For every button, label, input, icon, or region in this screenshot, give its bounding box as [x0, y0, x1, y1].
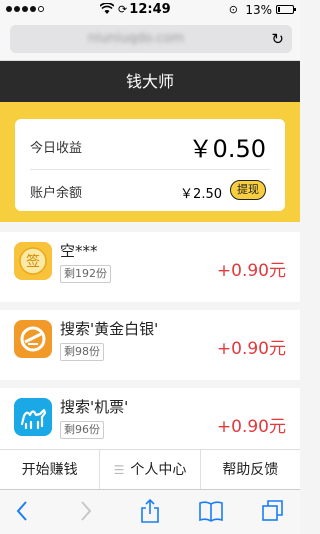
task-remaining: 剩192份 [60, 265, 111, 283]
task-name: 空*** [60, 242, 98, 260]
rotation-lock-icon: ⊙ [228, 3, 238, 16]
share-icon[interactable] [137, 498, 163, 524]
earnings-card: 今日收益 ￥0.50 账户余额 ￥2.50 提现 [15, 119, 285, 211]
balance-row: 账户余额 ￥2.50 提现 [30, 170, 270, 211]
menu-icon: ☰ [113, 463, 125, 477]
task-name: 搜索'黄金白银' [60, 320, 159, 338]
bookmarks-icon[interactable] [198, 498, 224, 524]
address-field[interactable]: niuniuqdo.com ↻ [10, 25, 292, 53]
today-earnings-row: 今日收益 ￥0.50 [30, 119, 270, 170]
tab-help-feedback[interactable]: 帮助反馈 [201, 450, 300, 490]
task-reward: +0.90元 [216, 417, 286, 437]
bottom-tab-bar: 开始赚钱 ☰ 个人中心 帮助反馈 [0, 449, 300, 490]
list-item[interactable]: 搜索'黄金白银' 剩98份 +0.90元 [0, 310, 300, 380]
tab-label: 帮助反馈 [222, 462, 279, 478]
task-name: 搜索'机票' [60, 398, 129, 416]
tabs-icon[interactable] [260, 498, 286, 524]
reload-icon[interactable]: ↻ [271, 30, 284, 48]
balance-value: ￥2.50 [180, 187, 222, 202]
task-reward: +0.90元 [216, 261, 286, 281]
forward-icon[interactable] [72, 498, 98, 524]
browser-url-bar: niuniuqdo.com ↻ [0, 20, 300, 61]
camel-icon [14, 398, 52, 436]
tab-personal-center[interactable]: ☰ 个人中心 [100, 450, 201, 490]
task-remaining: 剩96份 [60, 421, 104, 439]
sign-icon: 签 [14, 242, 52, 280]
list-item[interactable]: 搜索'机票' 剩96份 +0.90元 [0, 388, 300, 458]
battery-percent: 13% [245, 3, 272, 17]
browser-toolbar [0, 489, 300, 534]
status-bar: ⟳ 12:49 ⊙ 13% [0, 0, 300, 20]
back-icon[interactable] [10, 498, 36, 524]
tab-label: 开始赚钱 [21, 462, 78, 478]
earnings-panel: 今日收益 ￥0.50 账户余额 ￥2.50 提现 [0, 102, 300, 222]
task-remaining: 剩98份 [60, 343, 104, 361]
task-reward: +0.90元 [216, 339, 286, 359]
page-title: 钱大师 [0, 61, 300, 102]
withdraw-button[interactable]: 提现 [230, 180, 266, 200]
today-earnings-label: 今日收益 [30, 141, 83, 156]
battery-icon [276, 5, 296, 14]
list-item[interactable]: 签 空*** 剩192份 +0.90元 [0, 232, 300, 302]
url-text: niuniuqdo.com [87, 31, 185, 46]
balance-label: 账户余额 [30, 186, 83, 201]
gold-silver-icon [14, 320, 52, 358]
tab-label: 个人中心 [130, 462, 187, 478]
tab-start-earning[interactable]: 开始赚钱 [0, 450, 101, 490]
svg-text:签: 签 [26, 253, 40, 270]
today-earnings-value: ￥0.50 [188, 135, 266, 163]
